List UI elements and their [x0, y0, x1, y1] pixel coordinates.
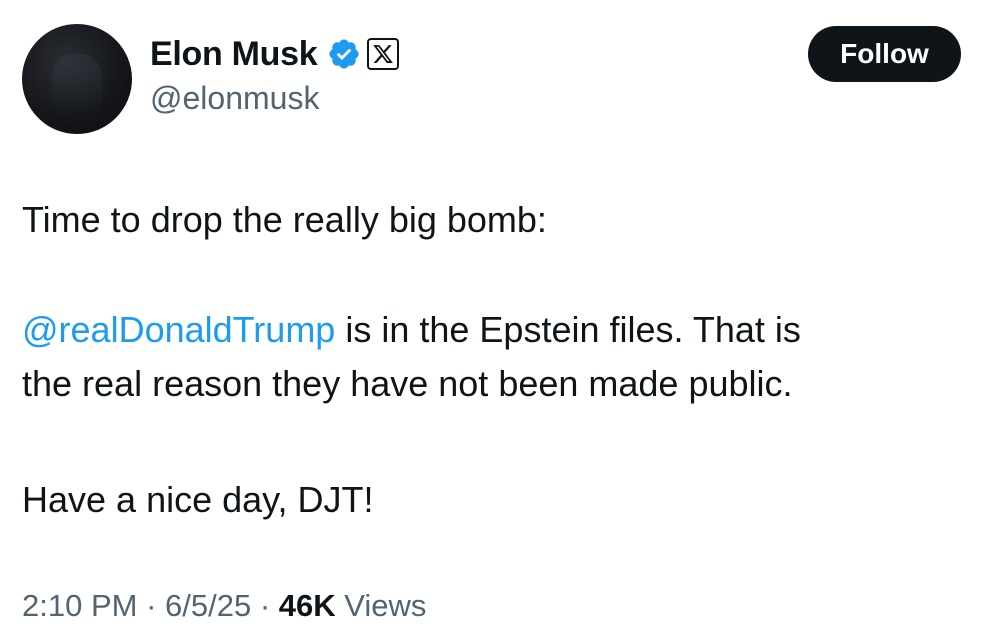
tweet-paragraph-3: Have a nice day, DJT! [22, 473, 982, 527]
avatar-shade [52, 54, 102, 114]
tweet-line-3: the real reason they have not been made … [22, 363, 793, 404]
avatar[interactable] [22, 24, 132, 134]
tweet-line-2: is in the Epstein files. That is [335, 309, 801, 350]
views-count: 46K [278, 588, 336, 623]
meta-separator: · [137, 588, 166, 623]
mention-link[interactable]: @realDonaldTrump [22, 309, 335, 350]
verified-badge-icon[interactable] [327, 37, 361, 71]
tweet-time[interactable]: 2:10 PM [22, 588, 137, 623]
tweet-meta: 2:10 PM · 6/5/25 · 46K Views [22, 588, 426, 624]
author-handle[interactable]: @elonmusk [150, 80, 319, 117]
tweet-line-1: Time to drop the really big bomb: [22, 199, 547, 240]
tweet-paragraph-1: Time to drop the really big bomb: [22, 193, 982, 247]
tweet-line-4: Have a nice day, DJT! [22, 479, 374, 520]
author-name-row: Elon Musk [150, 30, 400, 78]
tweet-date[interactable]: 6/5/25 [165, 588, 251, 623]
author-display-name[interactable]: Elon Musk [150, 35, 318, 74]
tweet-paragraph-2: @realDonaldTrump is in the Epstein files… [22, 303, 982, 411]
x-logo-icon[interactable] [367, 38, 400, 70]
views-label: Views [335, 588, 427, 623]
meta-separator: · [251, 588, 279, 623]
follow-button[interactable]: Follow [808, 26, 961, 82]
